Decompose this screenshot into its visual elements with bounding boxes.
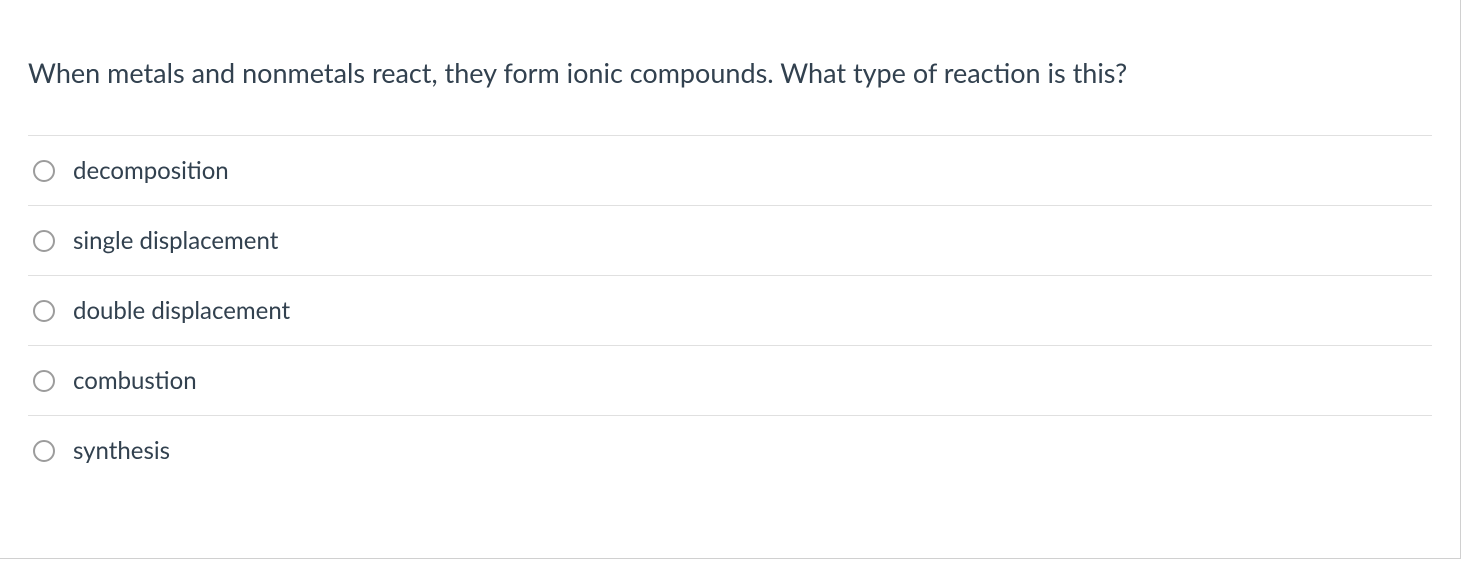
- question-container: When metals and nonmetals react, they fo…: [0, 0, 1461, 559]
- option-label: double displacement: [73, 296, 290, 325]
- radio-icon: [33, 370, 55, 392]
- option-single-displacement[interactable]: single displacement: [28, 206, 1432, 276]
- option-decomposition[interactable]: decomposition: [28, 136, 1432, 206]
- option-combustion[interactable]: combustion: [28, 346, 1432, 416]
- radio-icon: [33, 440, 55, 462]
- option-label: decomposition: [73, 156, 229, 185]
- radio-icon: [33, 160, 55, 182]
- option-synthesis[interactable]: synthesis: [28, 416, 1432, 485]
- options-list: decomposition single displacement double…: [28, 135, 1432, 485]
- radio-icon: [33, 300, 55, 322]
- option-label: single displacement: [73, 226, 278, 255]
- question-text: When metals and nonmetals react, they fo…: [0, 0, 1460, 135]
- option-label: combustion: [73, 366, 197, 395]
- radio-icon: [33, 230, 55, 252]
- option-double-displacement[interactable]: double displacement: [28, 276, 1432, 346]
- option-label: synthesis: [73, 436, 170, 465]
